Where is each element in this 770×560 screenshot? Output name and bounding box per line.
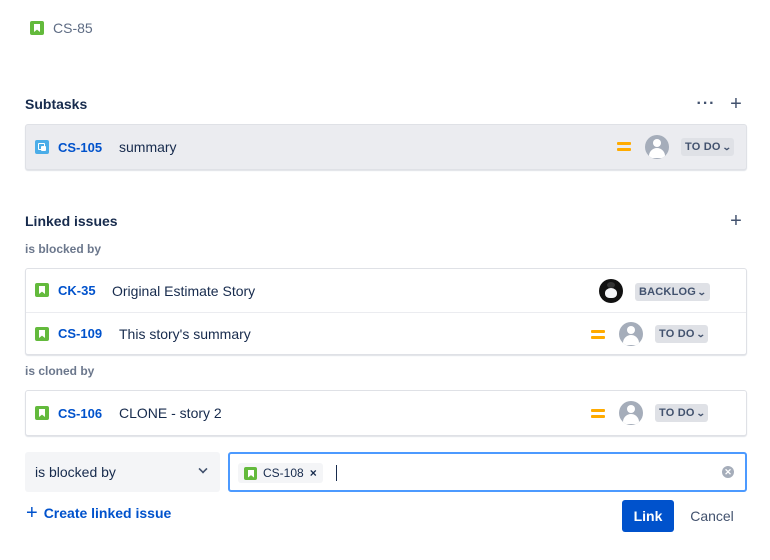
- plus-icon: +: [730, 92, 742, 115]
- status-label: TO DO: [685, 141, 721, 153]
- issue-key[interactable]: CK-35: [58, 283, 96, 298]
- issue-summary[interactable]: Original Estimate Story: [112, 283, 255, 299]
- story-icon: [35, 283, 49, 297]
- priority-medium-icon: [591, 329, 605, 339]
- user-avatar-icon[interactable]: [599, 279, 623, 303]
- issue-summary[interactable]: This story's summary: [119, 326, 251, 342]
- subtask-icon: [35, 140, 49, 154]
- add-linked-issue-button[interactable]: +: [724, 209, 748, 233]
- status-label: BACKLOG: [639, 286, 697, 298]
- subtask-row[interactable]: CS-105 summary TO DO ⌄: [26, 125, 746, 169]
- issue-summary[interactable]: summary: [119, 139, 177, 155]
- chevron-down-icon: ⌄: [695, 407, 706, 418]
- text-cursor: [336, 465, 337, 481]
- cancel-button[interactable]: Cancel: [680, 500, 744, 532]
- selected-issue-key: CS-108: [263, 466, 304, 480]
- status-label: TO DO: [659, 407, 695, 419]
- linked-issues-heading: Linked issues: [25, 213, 118, 229]
- link-group-label: is cloned by: [25, 364, 95, 378]
- status-dropdown[interactable]: TO DO ⌄: [655, 325, 709, 343]
- create-linked-issue-button[interactable]: + Create linked issue: [26, 503, 171, 523]
- remove-chip-icon[interactable]: ×: [310, 466, 317, 480]
- add-subtask-button[interactable]: +: [724, 92, 748, 116]
- link-group-label: is blocked by: [25, 242, 102, 256]
- parent-issue-key: CS-85: [53, 20, 93, 36]
- priority-medium-icon: [591, 408, 605, 418]
- issue-key[interactable]: CS-105: [58, 140, 102, 155]
- issue-search-input[interactable]: CS-108 × ✕: [228, 452, 747, 492]
- linked-issue-row[interactable]: CK-35 Original Estimate Story BACKLOG ⌄: [26, 269, 746, 312]
- link-type-value: is blocked by: [35, 464, 116, 480]
- create-linked-issue-label: Create linked issue: [43, 505, 172, 521]
- chevron-down-icon: [198, 464, 208, 474]
- linked-issue-row[interactable]: CS-109 This story's summary TO DO ⌄: [26, 312, 746, 354]
- unassigned-avatar-icon[interactable]: [619, 322, 643, 346]
- status-dropdown[interactable]: TO DO ⌄: [681, 138, 735, 156]
- linked-issue-row[interactable]: CS-106 CLONE - story 2 TO DO ⌄: [26, 391, 746, 435]
- story-icon: [244, 466, 257, 480]
- unassigned-avatar-icon[interactable]: [645, 135, 669, 159]
- more-horizontal-icon[interactable]: ···: [694, 92, 718, 116]
- issue-key[interactable]: CS-106: [58, 406, 102, 421]
- issue-summary[interactable]: CLONE - story 2: [119, 405, 222, 421]
- status-dropdown[interactable]: BACKLOG ⌄: [635, 283, 710, 301]
- clear-icon[interactable]: ✕: [722, 466, 734, 478]
- status-label: TO DO: [659, 328, 695, 340]
- plus-icon: +: [730, 209, 742, 232]
- blocked-by-list: CK-35 Original Estimate Story BACKLOG ⌄ …: [25, 268, 747, 355]
- status-dropdown[interactable]: TO DO ⌄: [655, 404, 709, 422]
- issue-key[interactable]: CS-109: [58, 326, 102, 341]
- unassigned-avatar-icon[interactable]: [619, 401, 643, 425]
- story-icon: [35, 406, 49, 420]
- cloned-by-list: CS-106 CLONE - story 2 TO DO ⌄: [25, 390, 747, 436]
- chevron-down-icon: ⌄: [696, 286, 707, 297]
- plus-icon: +: [26, 502, 38, 524]
- story-icon: [30, 21, 44, 35]
- chevron-down-icon: ⌄: [721, 141, 732, 152]
- subtasks-list: CS-105 summary TO DO ⌄: [25, 124, 747, 170]
- selected-issue-chip[interactable]: CS-108 ×: [238, 463, 323, 483]
- subtasks-heading: Subtasks: [25, 96, 88, 112]
- link-button[interactable]: Link: [622, 500, 674, 532]
- chevron-down-icon: ⌄: [695, 328, 706, 339]
- story-icon: [35, 327, 49, 341]
- parent-issue[interactable]: CS-85: [30, 20, 93, 36]
- link-type-select[interactable]: is blocked by: [25, 452, 220, 492]
- priority-medium-icon: [617, 141, 631, 151]
